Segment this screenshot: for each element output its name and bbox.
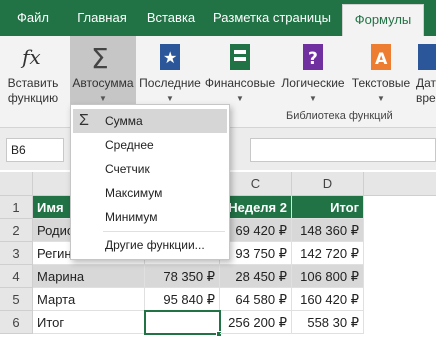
svg-text:Σ: Σ [91, 42, 109, 72]
row-header-5[interactable]: 5 [0, 288, 33, 311]
row-header-6[interactable]: 6 [0, 311, 33, 334]
question-book-icon: ? [298, 42, 328, 72]
autosum-button[interactable]: Σ Автосумма ▼ [70, 36, 136, 108]
cell-c6[interactable]: 256 200 ₽ [220, 311, 292, 334]
insert-function-button[interactable]: fx Вставить функцию [2, 36, 64, 108]
row-header-4[interactable]: 4 [0, 265, 33, 288]
cell-c1[interactable]: Неделя 2 [220, 196, 292, 219]
tab-home[interactable]: Главная [66, 0, 138, 36]
cell-a4[interactable]: Марина [33, 265, 145, 288]
chevron-down-icon: ▼ [166, 94, 174, 103]
cell-b4[interactable]: 78 350 ₽ [145, 265, 220, 288]
row-header-2[interactable]: 2 [0, 219, 33, 242]
menu-item-sum[interactable]: Σ Сумма [73, 109, 227, 133]
menu-item-count-label: Счетчик [105, 162, 150, 176]
menu-item-max-label: Максимум [105, 186, 163, 200]
cell-d3[interactable]: 142 720 ₽ [292, 242, 364, 265]
select-all-corner[interactable] [0, 172, 33, 196]
cell-c3[interactable]: 93 750 ₽ [220, 242, 292, 265]
tab-page-layout[interactable]: Разметка страницы [204, 0, 340, 36]
cell-c4[interactable]: 28 450 ₽ [220, 265, 292, 288]
calendar-book-icon [414, 42, 436, 72]
text-functions-button[interactable]: A Текстовые ▼ [350, 36, 412, 108]
row-header-3[interactable]: 3 [0, 242, 33, 265]
datetime-label-1: Дат [416, 76, 436, 90]
chevron-down-icon: ▼ [377, 94, 385, 103]
recent-functions-button[interactable]: ★ Последние ▼ [138, 36, 202, 108]
menu-item-average[interactable]: Среднее [73, 133, 227, 157]
chevron-down-icon: ▼ [236, 94, 244, 103]
cell-d5[interactable]: 160 420 ₽ [292, 288, 364, 311]
financial-label: Финансовые [204, 76, 276, 90]
svg-text:fx: fx [20, 45, 41, 69]
sigma-icon: Σ [79, 112, 89, 129]
svg-text:?: ? [308, 49, 318, 69]
tab-file[interactable]: Файл [0, 0, 66, 36]
datetime-label-2: врем [416, 91, 436, 105]
sigma-icon: Σ [88, 42, 118, 75]
svg-text:A: A [375, 49, 388, 68]
financial-functions-button[interactable]: Финансовые ▼ [204, 36, 276, 108]
chevron-down-icon: ▼ [99, 94, 107, 103]
logical-functions-button[interactable]: ? Логические ▼ [278, 36, 348, 108]
cell-d4[interactable]: 106 800 ₽ [292, 265, 364, 288]
svg-text:★: ★ [163, 48, 177, 67]
recent-label: Последние [139, 76, 201, 90]
menu-item-min[interactable]: Минимум [73, 205, 227, 229]
cell-b5[interactable]: 95 840 ₽ [145, 288, 220, 311]
menu-item-average-label: Среднее [105, 138, 154, 152]
insert-function-label-1: Вставить [7, 76, 59, 90]
menu-item-more-functions-label: Другие функции... [105, 238, 205, 252]
cell-d2[interactable]: 148 360 ₽ [292, 219, 364, 242]
chevron-down-icon: ▼ [309, 94, 317, 103]
autosum-label: Автосумма [72, 76, 134, 90]
cell-c2[interactable]: 69 420 ₽ [220, 219, 292, 242]
tab-insert[interactable]: Вставка [138, 0, 204, 36]
menu-item-sum-label: Сумма [105, 114, 143, 128]
autosum-dropdown-menu: Σ Сумма Среднее Счетчик Максимум Минимум… [70, 104, 230, 260]
cell-b6-selected[interactable] [144, 310, 221, 335]
column-header-e[interactable] [364, 172, 436, 196]
fx-icon: fx [18, 42, 48, 72]
ribbon-tab-bar: Файл Главная Вставка Разметка страницы Ф… [0, 0, 436, 36]
menu-item-min-label: Минимум [105, 210, 158, 224]
column-header-c[interactable]: C [220, 172, 292, 196]
menu-item-more-functions[interactable]: Другие функции... [73, 233, 227, 257]
text-book-icon: A [366, 42, 396, 72]
logical-label: Логические [281, 76, 345, 90]
text-label: Текстовые [351, 76, 411, 90]
cell-a6[interactable]: Итог [33, 311, 145, 334]
star-book-icon: ★ [155, 42, 185, 72]
cell-d6[interactable]: 558 30 ₽ [292, 311, 364, 334]
insert-function-label-2: функцию [7, 91, 59, 105]
datetime-functions-button[interactable]: Дат врем [414, 36, 436, 108]
function-library-group-label: Библиотека функций [286, 110, 393, 122]
row-header-1[interactable]: 1 [0, 196, 33, 219]
cell-c5[interactable]: 64 580 ₽ [220, 288, 292, 311]
column-header-d[interactable]: D [292, 172, 364, 196]
formula-input[interactable] [250, 138, 436, 162]
tab-formulas[interactable]: Формулы [342, 4, 424, 36]
name-box[interactable]: B6 [6, 138, 64, 162]
finance-book-icon [225, 42, 255, 72]
cell-d1[interactable]: Итог [292, 196, 364, 219]
cell-a5[interactable]: Марта [33, 288, 145, 311]
menu-item-count[interactable]: Счетчик [73, 157, 227, 181]
menu-separator [103, 231, 225, 232]
menu-item-max[interactable]: Максимум [73, 181, 227, 205]
